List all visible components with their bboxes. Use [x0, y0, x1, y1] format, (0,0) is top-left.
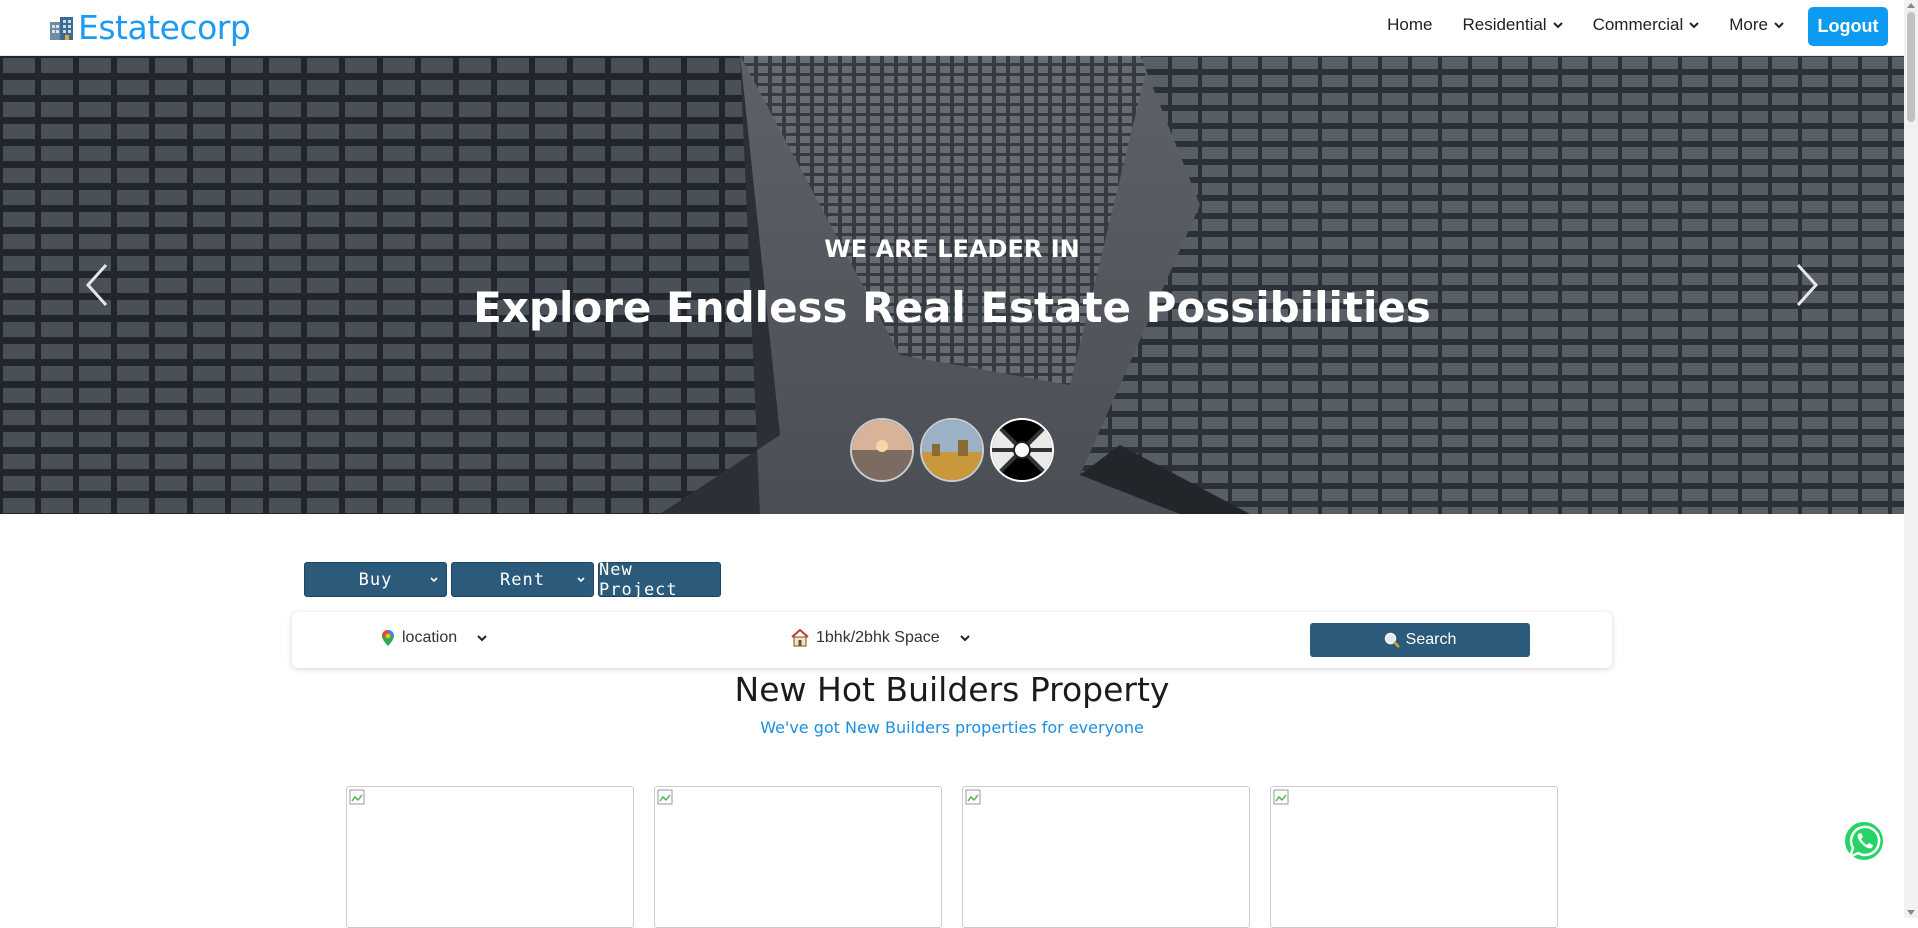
building-icon — [50, 16, 73, 40]
property-card[interactable] — [962, 786, 1250, 928]
broken-image-icon — [349, 789, 365, 805]
thumbnail-city-golden[interactable] — [920, 418, 984, 482]
property-card[interactable] — [1270, 786, 1558, 928]
chevron-down-icon — [959, 635, 970, 642]
search-button[interactable]: Search — [1310, 623, 1530, 657]
map-pin-icon — [382, 630, 394, 646]
nav-more[interactable]: More — [1729, 15, 1784, 35]
chevron-down-icon — [477, 635, 487, 642]
new-project-button[interactable]: New Project — [598, 559, 721, 600]
whatsapp-icon[interactable] — [1842, 819, 1886, 863]
thumbnail-city-sunset[interactable] — [850, 418, 914, 482]
property-type-value: 1bhk/2bhk Space — [816, 629, 940, 646]
rent-label: Rent — [500, 569, 545, 590]
property-card[interactable] — [346, 786, 634, 928]
nav-residential-label: Residential — [1462, 15, 1547, 34]
thumbnail-architecture-bw[interactable] — [990, 418, 1054, 482]
house-icon — [791, 629, 809, 647]
section-subtitle: We've got New Builders properties for ev… — [760, 718, 1144, 737]
chevron-down-icon — [1774, 22, 1784, 29]
hero-carousel: WE ARE LEADER IN Explore Endless Real Es… — [0, 55, 1904, 514]
hero-title: Explore Endless Real Estate Possibilitie… — [473, 283, 1431, 332]
property-cards — [346, 786, 1558, 928]
page-scrollbar[interactable] — [1904, 0, 1918, 918]
nav-more-label: More — [1729, 15, 1768, 34]
buy-label: Buy — [358, 569, 393, 590]
scrollbar-thumb[interactable] — [1907, 12, 1915, 122]
buy-select[interactable]: Buy — [304, 562, 447, 597]
broken-image-icon — [965, 789, 981, 805]
nav-links: Home Residential Commercial More — [1387, 15, 1784, 35]
rent-select[interactable]: Rent — [451, 562, 594, 597]
location-value: location — [402, 629, 458, 646]
chevron-down-icon — [1552, 22, 1563, 29]
nav-commercial[interactable]: Commercial — [1593, 15, 1700, 35]
property-card[interactable] — [654, 786, 942, 928]
carousel-thumbnails — [850, 418, 1054, 482]
hero-eyebrow: WE ARE LEADER IN — [824, 235, 1080, 263]
magnifier-icon — [1384, 632, 1400, 648]
property-type-select[interactable]: 1bhk/2bhk Space — [790, 629, 970, 647]
broken-image-icon — [657, 789, 673, 805]
broken-image-icon — [1273, 789, 1289, 805]
scroll-down-arrow-icon[interactable] — [1907, 910, 1915, 915]
search-tabs: Buy Rent New Project — [304, 559, 721, 600]
chevron-down-icon — [577, 577, 585, 583]
brand-name: Estatecorp — [78, 8, 251, 47]
location-select[interactable]: location — [380, 629, 487, 647]
nav-home[interactable]: Home — [1387, 15, 1432, 35]
nav-residential[interactable]: Residential — [1462, 15, 1563, 35]
search-button-label: Search — [1405, 631, 1457, 648]
chevron-right-icon[interactable] — [1786, 255, 1826, 315]
nav-commercial-label: Commercial — [1592, 15, 1684, 34]
chevron-left-icon[interactable] — [78, 255, 118, 315]
chevron-down-icon — [1689, 22, 1699, 29]
logout-button[interactable]: Logout — [1808, 7, 1888, 46]
chevron-down-icon — [430, 577, 438, 583]
section-title: New Hot Builders Property — [734, 670, 1170, 709]
navbar: Estatecorp Home Residential Commercial M… — [0, 0, 1904, 56]
nav-home-label: Home — [1387, 15, 1433, 34]
brand-logo-link[interactable]: Estatecorp — [48, 8, 251, 47]
scroll-up-arrow-icon[interactable] — [1907, 3, 1915, 8]
new-project-label: New Project — [599, 559, 678, 600]
search-bar: location 1bhk/2bhk Space Search — [292, 612, 1612, 668]
